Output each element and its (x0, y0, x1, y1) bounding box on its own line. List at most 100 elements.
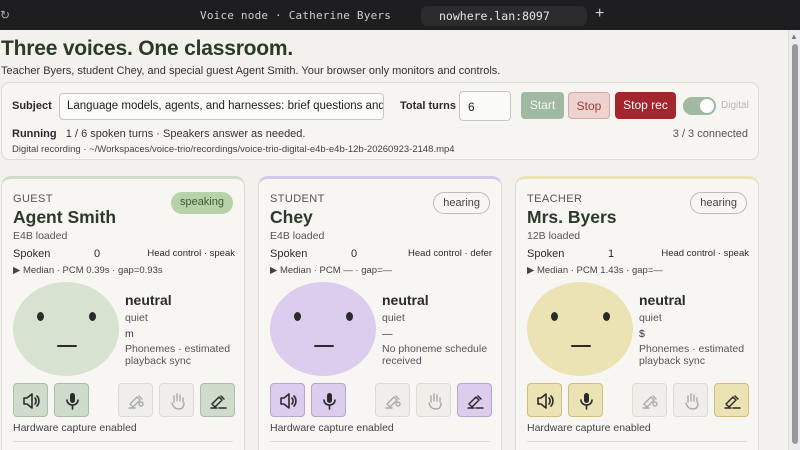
run-status-text: 1 / 6 spoken turns · Speakers answer as … (65, 128, 306, 140)
total-turns-input[interactable]: 6 (459, 91, 511, 121)
window-title: Voice node · Catherine Byers (200, 9, 392, 22)
head-tilt-button[interactable] (457, 383, 492, 417)
microphone-button[interactable] (311, 383, 346, 417)
mouth (314, 345, 334, 347)
run-state: Running (12, 128, 57, 140)
status-badge: hearing (433, 192, 490, 214)
gesture-hand-icon (171, 393, 185, 410)
head-tilt-icon (724, 395, 741, 409)
head-control-status: Head control · speak (661, 248, 749, 259)
left-eye (551, 312, 558, 321)
page-subtitle: Teacher Byers, student Chey, and special… (1, 65, 501, 77)
head-control-status: Head control · defer (408, 248, 492, 259)
speaker-icon (537, 393, 554, 409)
speaker-name: Mrs. Byers (527, 207, 617, 227)
spoken-label: Spoken (270, 248, 308, 260)
teacher-card: TEACHER Mrs. Byers 12B loaded hearing Sp… (515, 176, 759, 450)
camera-button[interactable] (118, 383, 153, 417)
avatar-face (13, 282, 119, 376)
speaker-icon (280, 393, 297, 409)
speaker-name: Agent Smith (13, 207, 117, 227)
speaker-button[interactable] (527, 383, 562, 417)
microphone-button[interactable] (54, 383, 89, 417)
phoneme-label: m (125, 328, 134, 340)
left-eye (37, 312, 44, 321)
camera-icon (385, 395, 401, 409)
gesture-button[interactable] (159, 383, 194, 417)
spoken-count: 1 (608, 248, 615, 260)
speaker-icon (23, 393, 40, 409)
hardware-status: Hardware capture enabled (270, 422, 394, 434)
status-badge: hearing (690, 192, 747, 214)
emotion-label: neutral (639, 292, 686, 308)
subject-label: Subject (12, 100, 52, 112)
role-label: TEACHER (527, 193, 583, 205)
camera-button[interactable] (375, 383, 410, 417)
emotion-label: neutral (382, 292, 429, 308)
head-tilt-icon (467, 395, 484, 409)
spoken-label: Spoken (527, 248, 565, 260)
spoken-count: 0 (351, 248, 358, 260)
hardware-status: Hardware capture enabled (527, 422, 651, 434)
hardware-status: Hardware capture enabled (13, 422, 137, 434)
digital-toggle[interactable] (683, 97, 716, 115)
head-control-status: Head control · speak (147, 248, 235, 259)
scrollbar-thumb[interactable] (792, 44, 798, 444)
microphone-icon (66, 393, 79, 410)
gesture-button[interactable] (416, 383, 451, 417)
emotion-label: neutral (125, 292, 172, 308)
recording-path: Digital recording · ~/Workspaces/voice-t… (12, 144, 455, 155)
speaker-button[interactable] (13, 383, 48, 417)
microphone-icon (580, 393, 593, 410)
page-title: Three voices. One classroom. (1, 37, 294, 60)
spoken-count: 0 (94, 248, 101, 260)
mouth (57, 345, 77, 347)
median-toggle[interactable]: ▶ Median · PCM 1.43s · gap=— (527, 265, 663, 276)
microphone-icon (323, 393, 336, 410)
speaker-button[interactable] (270, 383, 305, 417)
divider (527, 441, 747, 442)
head-tilt-icon (210, 395, 227, 409)
url-bar[interactable]: nowhere.lan:8097 (421, 6, 587, 26)
left-eye (294, 312, 301, 321)
level-label: quiet (639, 312, 662, 324)
spoken-label: Spoken (13, 248, 51, 260)
reload-icon[interactable]: ↻ (0, 8, 10, 22)
run-status: Running 1 / 6 spoken turns · Speakers an… (12, 128, 305, 140)
level-label: quiet (382, 312, 405, 324)
model-status: 12B loaded (527, 230, 581, 242)
status-badge: speaking (170, 192, 233, 214)
median-toggle[interactable]: ▶ Median · PCM — · gap=— (270, 265, 392, 276)
head-tilt-button[interactable] (200, 383, 235, 417)
phoneme-label: — (382, 328, 393, 340)
stop-button[interactable]: Stop (568, 92, 610, 119)
gesture-hand-icon (685, 393, 699, 410)
start-button[interactable]: Start (521, 92, 564, 119)
avatar-face (270, 282, 376, 376)
new-tab-button[interactable]: + (595, 5, 604, 23)
avatar-face (527, 282, 633, 376)
browser-chrome: ↻ Voice node · Catherine Byers nowhere.l… (0, 0, 800, 30)
mouth (571, 345, 591, 347)
guest-card: GUEST Agent Smith E4B loaded speaking Sp… (1, 176, 245, 450)
camera-button[interactable] (632, 383, 667, 417)
gesture-hand-icon (428, 393, 442, 410)
gesture-button[interactable] (673, 383, 708, 417)
scroll-up-icon[interactable]: ▲ (790, 32, 798, 41)
role-label: GUEST (13, 193, 53, 205)
subject-input[interactable]: Language models, agents, and harnesses: … (59, 93, 384, 120)
phoneme-note: Phonemes · estimated playback sync (125, 343, 231, 367)
median-toggle[interactable]: ▶ Median · PCM 0.39s · gap=0.93s (13, 265, 163, 276)
microphone-button[interactable] (568, 383, 603, 417)
divider (270, 441, 490, 442)
role-label: STUDENT (270, 193, 325, 205)
camera-icon (642, 395, 658, 409)
page-scrollbar[interactable]: ▲ (788, 30, 800, 450)
stop-recording-button[interactable]: Stop rec (615, 92, 676, 119)
right-eye (89, 312, 96, 321)
head-tilt-button[interactable] (714, 383, 749, 417)
level-label: quiet (125, 312, 148, 324)
model-status: E4B loaded (13, 230, 68, 242)
phoneme-note: Phonemes · estimated playback sync (639, 343, 745, 367)
control-panel: Subject Language models, agents, and har… (1, 82, 759, 160)
